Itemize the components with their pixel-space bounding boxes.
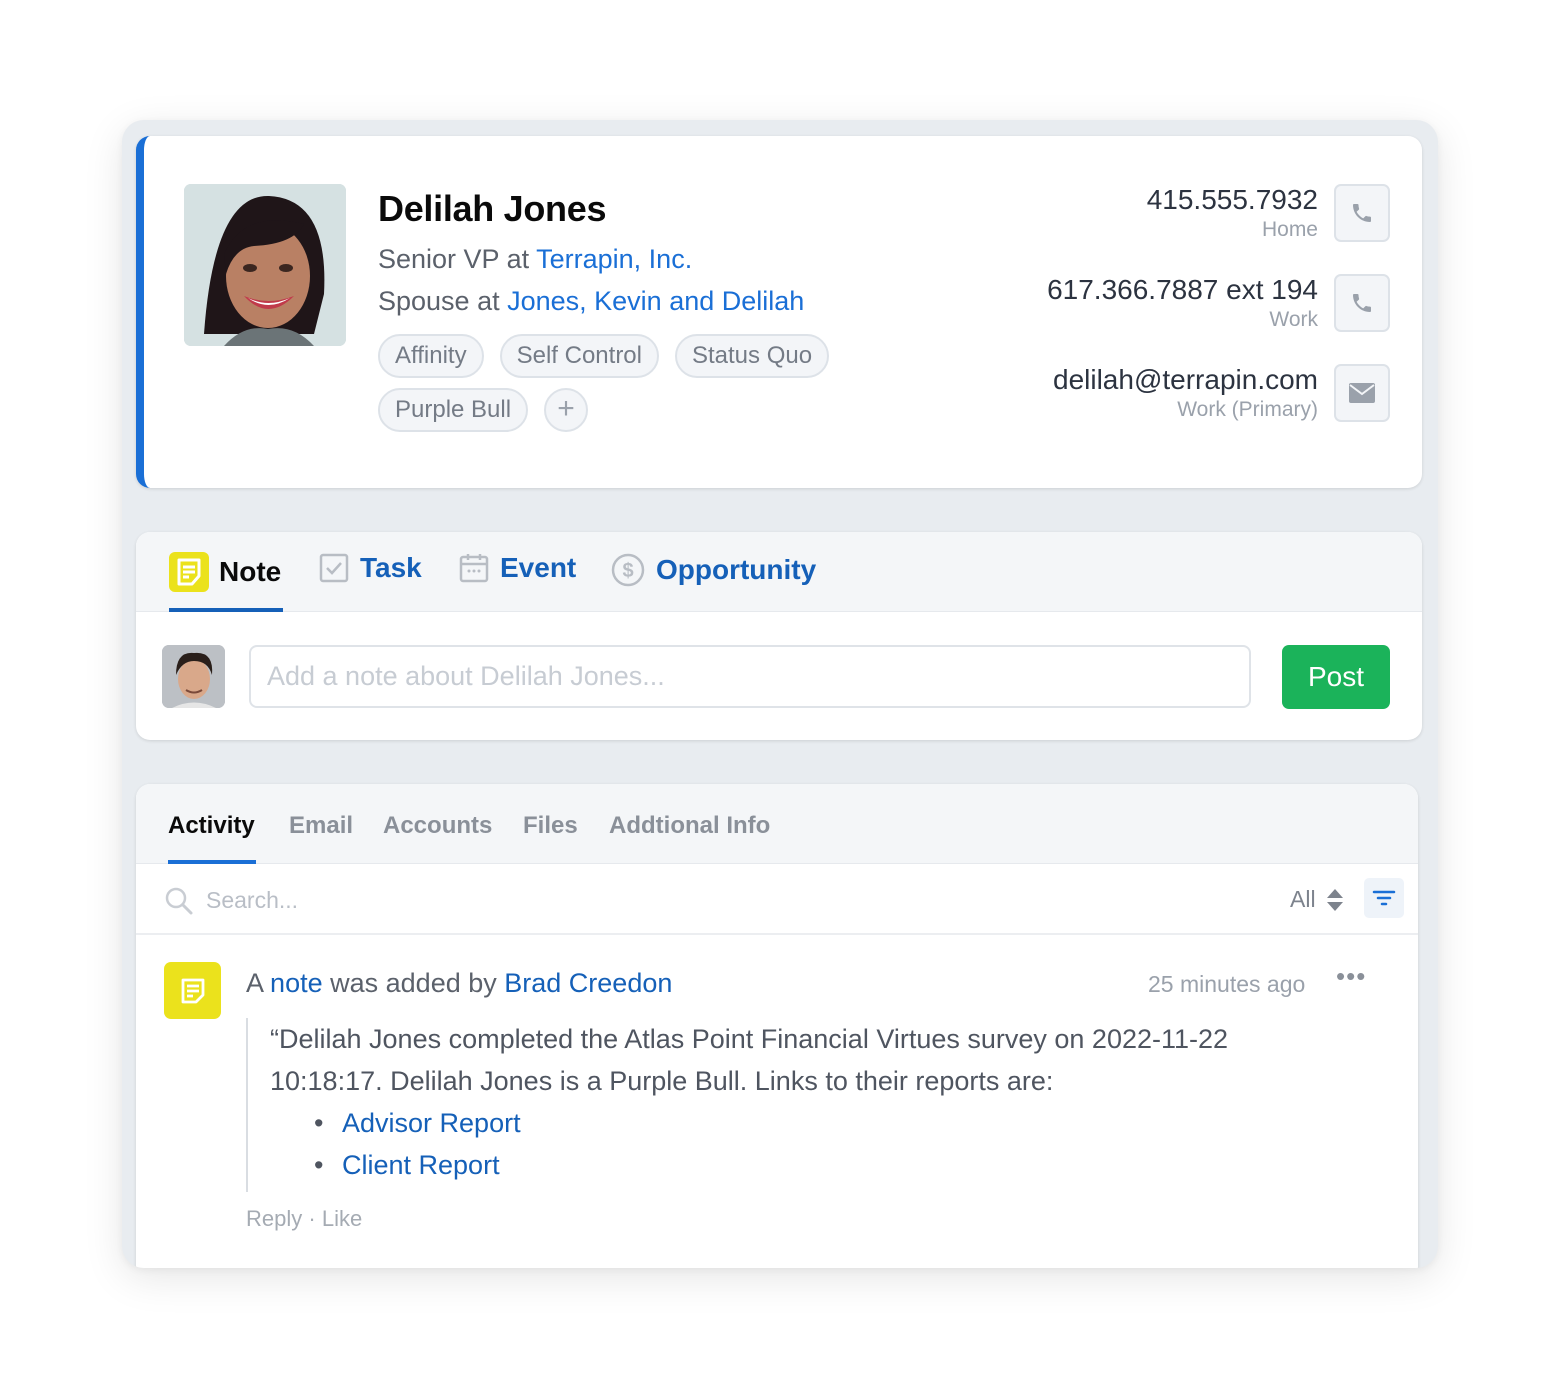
- more-options-icon[interactable]: •••: [1336, 961, 1366, 992]
- note-icon: [181, 978, 204, 1003]
- filter-icon: [1372, 890, 1396, 906]
- contact-name: Delilah Jones: [378, 188, 607, 229]
- tab-note[interactable]: Note: [169, 552, 281, 592]
- client-report-link[interactable]: Client Report: [342, 1150, 500, 1180]
- feed-actions: Reply · Like: [246, 1206, 362, 1232]
- contact-card: Delilah Jones Senior VP at Terrapin, Inc…: [136, 136, 1422, 488]
- activity-search-input[interactable]: [206, 880, 806, 920]
- tab-activity[interactable]: Activity: [168, 812, 255, 840]
- send-email-button[interactable]: [1334, 364, 1390, 422]
- household-link[interactable]: Jones, Kevin and Delilah: [507, 286, 804, 316]
- composer-card: Note Task Event $ Opportunity Add a note…: [136, 532, 1422, 740]
- contact-relationship: Spouse at Jones, Kevin and Delilah: [378, 286, 804, 317]
- report-links: Advisor Report Client Report: [314, 1102, 1326, 1186]
- report-link-item: Advisor Report: [314, 1102, 1326, 1144]
- user-avatar: [162, 645, 225, 708]
- composer-tabs: Note Task Event $ Opportunity: [136, 532, 1422, 612]
- active-tab-indicator: [169, 608, 283, 612]
- tab-event[interactable]: Event: [458, 552, 576, 584]
- feed-timestamp: 25 minutes ago: [1148, 971, 1306, 997]
- relationship-prefix: Spouse at: [378, 286, 500, 316]
- phone-work-label: Work: [1269, 308, 1318, 331]
- call-work-button[interactable]: [1334, 274, 1390, 332]
- note-text: “Delilah Jones completed the Atlas Point…: [270, 1024, 1229, 1096]
- activity-type-select[interactable]: All: [1290, 886, 1344, 913]
- sort-updown-icon: [1326, 888, 1343, 911]
- phone-icon: [1353, 204, 1371, 222]
- call-home-button[interactable]: [1334, 184, 1390, 242]
- email-value[interactable]: delilah@terrapin.com: [1053, 364, 1318, 396]
- contact-method-email: delilah@terrapin.com Work (Primary): [970, 364, 1390, 454]
- checkbox-icon: [319, 553, 349, 583]
- calendar-icon: [459, 554, 489, 583]
- contact-method-home: 415.555.7932 Home: [970, 184, 1390, 274]
- tab-event-label: Event: [500, 552, 577, 583]
- tab-task-label: Task: [360, 552, 422, 583]
- post-button[interactable]: Post: [1282, 645, 1390, 709]
- activity-card: Activity Email Accounts Files Addtional …: [136, 784, 1418, 1268]
- advisor-report-link[interactable]: Advisor Report: [342, 1108, 521, 1138]
- tag-affinity[interactable]: Affinity: [378, 334, 484, 378]
- tab-note-label: Note: [219, 556, 282, 587]
- tab-email[interactable]: Email: [289, 812, 353, 840]
- mail-icon: [1349, 383, 1375, 403]
- tab-opportunity[interactable]: $ Opportunity: [610, 552, 816, 588]
- feed-item-header: A note was added by Brad Creedon: [246, 968, 672, 999]
- tag-self-control[interactable]: Self Control: [499, 334, 659, 378]
- company-link[interactable]: Terrapin, Inc.: [536, 244, 692, 274]
- activity-search-bar: All: [136, 864, 1418, 935]
- author-link[interactable]: Brad Creedon: [504, 968, 672, 998]
- phone-home-label: Home: [1261, 218, 1318, 241]
- note-input[interactable]: [249, 645, 1251, 708]
- activity-type-value: All: [1290, 886, 1316, 912]
- phone-work-value[interactable]: 617.366.7887 ext 194: [1047, 274, 1318, 306]
- dollar-circle-icon: $: [611, 553, 645, 587]
- tab-additional-info[interactable]: Addtional Info: [609, 812, 770, 840]
- contact-page: Delilah Jones Senior VP at Terrapin, Inc…: [122, 120, 1438, 1268]
- tag-purple-bull[interactable]: Purple Bull: [378, 388, 529, 432]
- phone-icon: [1353, 294, 1371, 312]
- contact-methods: 415.555.7932 Home 617.366.7887 ext 194 W…: [970, 184, 1390, 454]
- feed-note-badge: [164, 962, 221, 1019]
- tag-list: Affinity Self Control Status Quo Purple …: [378, 334, 848, 432]
- tab-accounts[interactable]: Accounts: [383, 812, 492, 840]
- contact-method-work: 617.366.7887 ext 194 Work: [970, 274, 1390, 364]
- phone-home-value[interactable]: 415.555.7932: [1147, 184, 1318, 216]
- add-tag-button[interactable]: +: [544, 388, 589, 432]
- svg-text:$: $: [622, 560, 633, 582]
- contact-photo: [184, 184, 346, 346]
- note-link[interactable]: note: [270, 968, 323, 998]
- reply-link[interactable]: Reply: [246, 1206, 302, 1231]
- tab-task[interactable]: Task: [318, 552, 422, 584]
- filter-button[interactable]: [1364, 878, 1404, 918]
- tab-opportunity-label: Opportunity: [656, 554, 817, 585]
- note-body: “Delilah Jones completed the Atlas Point…: [246, 1018, 1326, 1192]
- contact-role: Senior VP at Terrapin, Inc.: [378, 244, 692, 275]
- search-icon: [165, 887, 193, 915]
- role-prefix: Senior VP at: [378, 244, 530, 274]
- note-icon: [169, 552, 209, 592]
- email-label: Work (Primary): [1177, 398, 1318, 421]
- activity-tabs: Activity Email Accounts Files Addtional …: [136, 784, 1418, 864]
- feed-prefix: A: [246, 968, 263, 998]
- tab-files[interactable]: Files: [523, 812, 578, 840]
- separator: ·: [308, 1206, 316, 1231]
- tag-status-quo[interactable]: Status Quo: [674, 334, 830, 378]
- like-link[interactable]: Like: [322, 1206, 362, 1231]
- feed-middle-text: was added by: [330, 968, 497, 998]
- report-link-item: Client Report: [314, 1144, 1326, 1186]
